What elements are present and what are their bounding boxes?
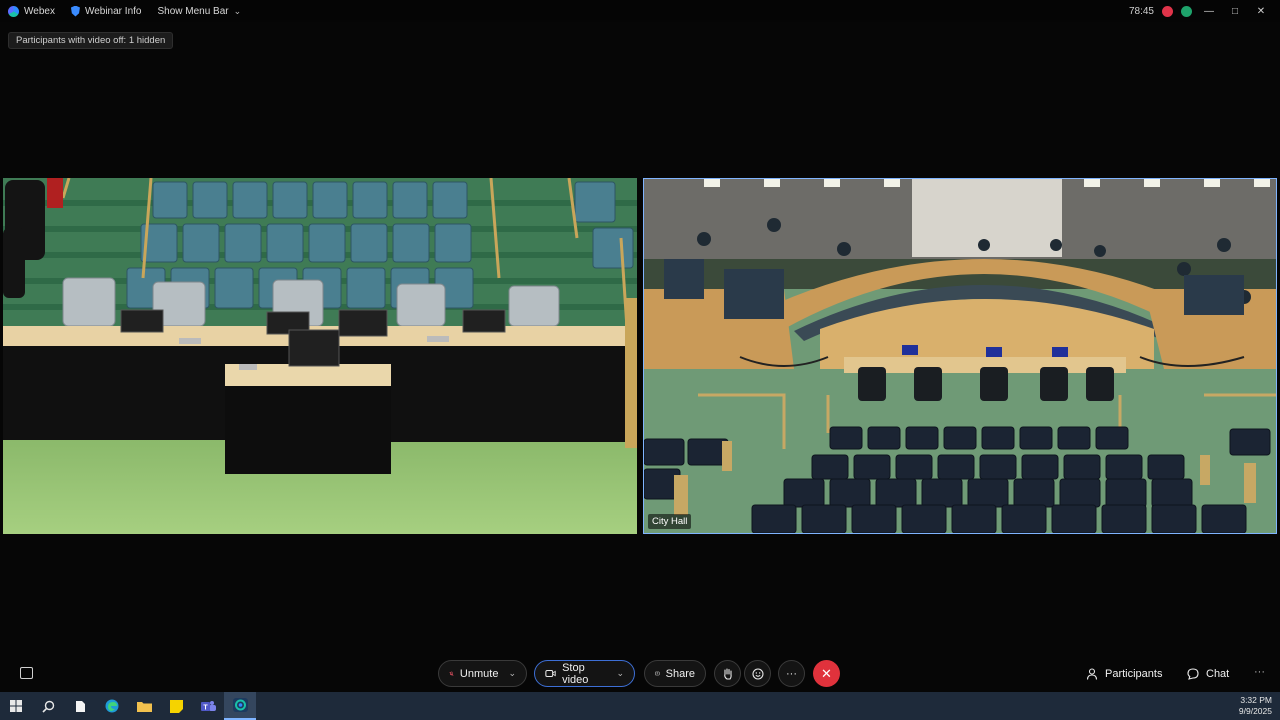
recording-icon (1162, 5, 1173, 17)
taskbar-webex-app[interactable] (224, 692, 256, 720)
video-camera-icon (545, 670, 556, 677)
webex-logo-icon (8, 5, 19, 17)
document-icon (75, 700, 85, 712)
app-label: Webex (24, 5, 55, 17)
unmute-label: Unmute (459, 667, 499, 680)
meeting-controls: Unmute ⌄ Stop video ⌄ Share ··· ✕ Partic… (0, 656, 1280, 692)
webex-menu[interactable]: Webex (0, 0, 63, 22)
share-label: Share (665, 667, 695, 680)
video-tile-stage[interactable] (3, 178, 637, 534)
webinar-info-button[interactable]: Webinar Info (63, 0, 150, 22)
chat-bubble-icon (1187, 667, 1199, 680)
clock-date: 9/9/2025 (1238, 706, 1272, 716)
hand-icon (724, 667, 732, 680)
chevron-down-icon: ⌄ (233, 5, 242, 16)
minimize-button[interactable]: — (1200, 4, 1218, 18)
participants-label: Participants (1105, 667, 1163, 680)
chevron-down-icon[interactable]: ⌄ (616, 668, 624, 679)
close-window-button[interactable]: ✕ (1252, 4, 1270, 18)
stage-video-feed (3, 178, 637, 534)
more-options-button[interactable]: ··· (778, 660, 805, 687)
hidden-participants-indicator[interactable]: Participants with video off: 1 hidden (8, 32, 174, 49)
video-tile-city-hall[interactable]: City Hall (643, 178, 1277, 534)
taskbar-file-explorer[interactable] (128, 692, 160, 720)
raise-hand-button[interactable] (714, 660, 741, 687)
webinar-info-label: Webinar Info (84, 5, 142, 17)
taskbar-edge-app[interactable] (96, 692, 128, 720)
meeting-timer: 78:45 (1128, 5, 1154, 17)
chevron-down-icon[interactable]: ⌄ (508, 668, 516, 679)
edge-browser-icon (105, 699, 119, 713)
captions-icon[interactable] (20, 667, 33, 679)
participants-button[interactable]: Participants (1086, 660, 1162, 687)
webex-app-icon (232, 698, 248, 712)
windows-logo-icon (10, 700, 22, 712)
search-icon (41, 700, 54, 713)
top-bar: Webex Webinar Info Show Menu Bar ⌄ 78:45… (0, 0, 1280, 22)
participant-name-label: City Hall (648, 514, 692, 529)
taskbar-search-button[interactable] (32, 692, 64, 720)
top-right-group: 78:45 — □ ✕ (1129, 0, 1280, 22)
teams-icon: T (200, 700, 216, 711)
maximize-button[interactable]: □ (1226, 4, 1244, 18)
show-menu-label: Show Menu Bar (157, 5, 229, 17)
unmute-button[interactable]: Unmute ⌄ (438, 660, 527, 687)
stop-video-button[interactable]: Stop video ⌄ (534, 660, 635, 687)
shield-icon (70, 5, 80, 17)
share-button[interactable]: Share (644, 660, 706, 687)
close-icon: ✕ (821, 665, 832, 681)
taskbar-teams-app[interactable]: T (192, 692, 224, 720)
show-menu-bar-button[interactable]: Show Menu Bar ⌄ (149, 0, 249, 22)
smiley-icon (751, 667, 764, 680)
muted-mic-icon (449, 671, 454, 676)
person-icon (1086, 667, 1098, 680)
chat-label: Chat (1206, 667, 1230, 680)
more-dots-icon[interactable]: ··· (1254, 666, 1265, 678)
leave-meeting-button[interactable]: ✕ (813, 660, 840, 687)
start-button[interactable] (0, 692, 32, 720)
svg-text:T: T (203, 704, 208, 711)
taskbar-sticky-notes[interactable] (160, 692, 192, 720)
webex-window: Webex Webinar Info Show Menu Bar ⌄ 78:45… (0, 0, 1280, 720)
stop-video-label: Stop video (562, 661, 589, 686)
folder-icon (136, 702, 152, 712)
clock-time: 3:32 PM (1240, 695, 1272, 705)
ellipsis-icon: ··· (786, 667, 797, 680)
sticky-note-icon (169, 699, 183, 713)
system-clock[interactable]: 3:32 PM 9/9/2025 (1239, 695, 1272, 717)
chat-button[interactable]: Chat (1187, 660, 1229, 687)
windows-taskbar: T 3:32 PM 9/9/2025 (0, 692, 1280, 720)
connection-icon (1181, 5, 1192, 17)
reactions-button[interactable] (744, 660, 771, 687)
taskbar-file-app[interactable] (64, 692, 96, 720)
chamber-video-feed (644, 179, 1276, 533)
share-screen-icon (655, 671, 660, 676)
